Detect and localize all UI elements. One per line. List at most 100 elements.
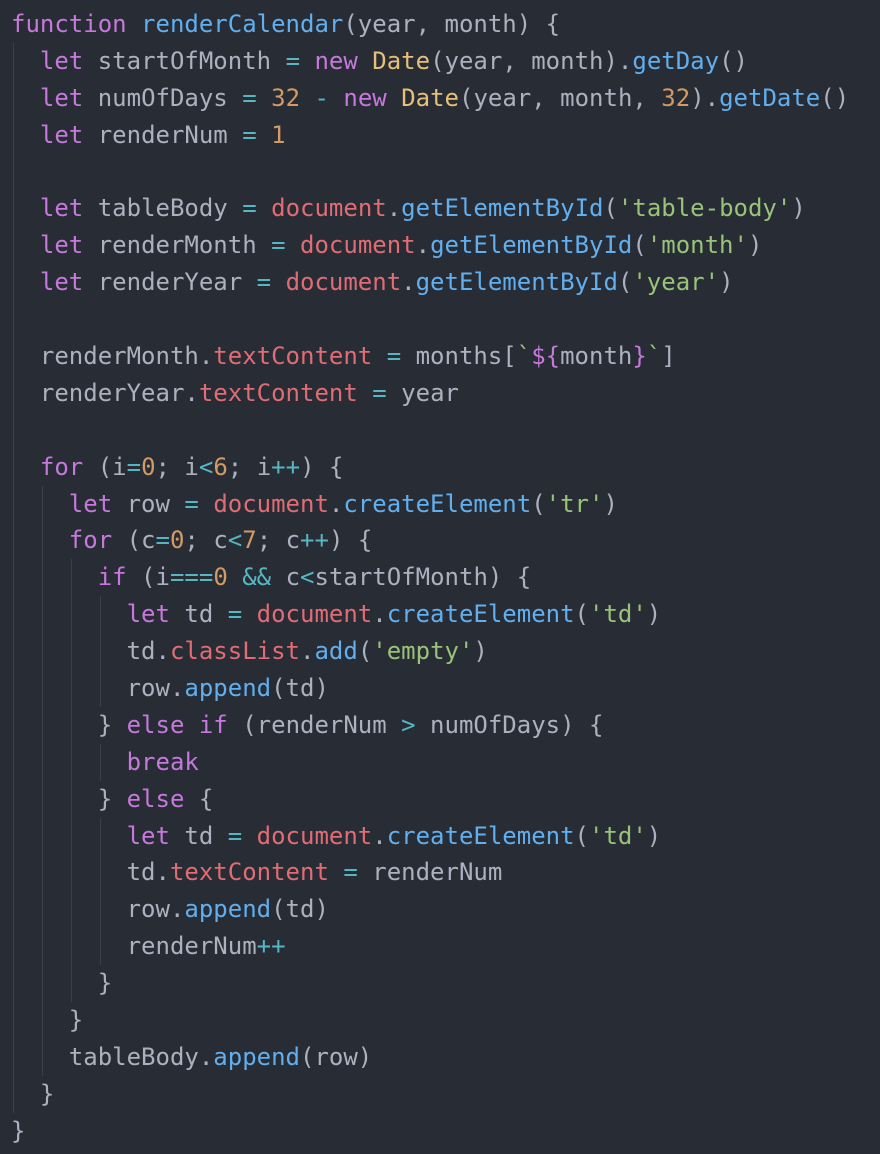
code-token: renderNum [357, 858, 503, 887]
code-token: () [820, 83, 850, 112]
code-token: if [97, 563, 127, 592]
code-token: (td) [271, 895, 329, 924]
code-line[interactable]: let row = document.createElement('tr') [11, 485, 880, 523]
code-token: renderNum [83, 120, 243, 149]
indent-guide [70, 780, 72, 818]
code-line[interactable]: function renderCalendar(year, month) { [11, 6, 880, 43]
code-token: 0 [169, 526, 185, 555]
code-line[interactable]: td.textContent = renderNum [11, 854, 880, 892]
indent-guide [70, 965, 72, 1003]
indent-guide [41, 633, 43, 671]
code-token: ( [617, 268, 633, 297]
code-line[interactable]: let startOfMonth = new Date(year, month)… [11, 42, 880, 80]
code-line[interactable]: row.append(td) [11, 891, 880, 929]
code-token: row. [126, 674, 185, 703]
code-line[interactable]: } [11, 1002, 880, 1039]
code-token: document [256, 821, 373, 850]
code-line[interactable] [11, 301, 880, 339]
code-line[interactable]: tableBody.append(row) [11, 1038, 880, 1076]
code-line[interactable]: let renderMonth = document.getElementByI… [11, 227, 880, 265]
code-line[interactable]: renderNum++ [11, 928, 880, 966]
indent-guide [13, 411, 14, 449]
code-line[interactable] [11, 411, 880, 449]
code-line[interactable]: let td = document.createElement('td') [11, 596, 880, 634]
code-line[interactable]: renderYear.textContent = year [11, 374, 880, 412]
code-token: (year, month, [459, 83, 662, 112]
code-token: let [39, 120, 84, 149]
code-token: for [39, 452, 84, 481]
code-token: ${ [531, 342, 561, 371]
code-line[interactable]: } [11, 1113, 880, 1150]
indent-guide [41, 1038, 43, 1076]
code-token: = [285, 46, 301, 75]
code-token: c [271, 563, 301, 592]
code-token: td [169, 600, 228, 629]
code-line[interactable]: } [11, 1075, 880, 1113]
code-token: = [242, 83, 257, 112]
code-line[interactable]: if (i===0 && c<startOfMonth) { [11, 559, 880, 597]
code-line[interactable]: for (i=0; i<6; i++) { [11, 448, 880, 486]
code-token: append [184, 674, 272, 703]
code-line[interactable]: let numOfDays = 32 - new Date(year, mont… [11, 79, 880, 117]
indent-guide [70, 817, 72, 855]
code-token: = [386, 342, 402, 371]
code-token: ) [646, 821, 662, 850]
code-line[interactable]: break [11, 743, 880, 781]
code-line[interactable]: renderMonth.textContent = months[`${mont… [11, 338, 880, 375]
code-token: else [126, 710, 185, 739]
code-token: for [68, 526, 113, 555]
indent-guide [99, 670, 101, 707]
indent-guide [13, 965, 14, 1003]
code-token: document [271, 194, 387, 223]
code-token: ` [516, 342, 532, 371]
code-token: 'tr' [545, 489, 604, 518]
code-line[interactable]: } else { [11, 780, 880, 818]
code-token: let [39, 46, 84, 75]
code-token: else [126, 784, 185, 813]
code-token: 'td' [589, 821, 647, 850]
code-line[interactable] [11, 153, 880, 191]
indent-guide [13, 854, 14, 892]
code-token: } [97, 784, 127, 813]
code-token: } [39, 1079, 55, 1108]
code-token: 6 [213, 452, 228, 481]
code-line[interactable]: } [11, 965, 880, 1003]
code-token: = [126, 452, 142, 481]
indent-guide [70, 706, 72, 744]
indent-guide [41, 485, 43, 523]
indent-guide [70, 670, 72, 707]
code-area[interactable]: function renderCalendar(year, month) { l… [11, 6, 880, 1150]
code-line[interactable]: let renderNum = 1 [11, 116, 880, 154]
code-token: - [314, 83, 329, 112]
indent-guide [99, 743, 101, 781]
indent-guide [41, 780, 43, 818]
code-line[interactable]: let tableBody = document.getElementById(… [11, 190, 880, 228]
code-line[interactable]: } else if (renderNum > numOfDays) { [11, 706, 880, 744]
code-token: (i [83, 452, 127, 481]
code-token: ( [574, 821, 589, 850]
code-token: createElement [343, 489, 532, 518]
code-token: ( [632, 231, 647, 260]
code-token: ; i [227, 452, 272, 481]
code-token: ++ [271, 452, 301, 481]
code-editor[interactable]: function renderCalendar(year, month) { l… [0, 0, 880, 1154]
code-token: createElement [386, 600, 575, 629]
code-token: let [126, 821, 170, 850]
indent-guide [41, 559, 43, 597]
code-line[interactable]: let td = document.createElement('td') [11, 817, 880, 855]
code-line[interactable]: for (c=0; c<7; c++) { [11, 522, 880, 560]
code-token: let [39, 194, 84, 223]
code-token: td. [126, 858, 170, 887]
code-line[interactable]: td.classList.add('empty') [11, 633, 880, 671]
code-line[interactable]: row.append(td) [11, 670, 880, 707]
code-token: ; c [256, 526, 301, 555]
code-line[interactable]: let renderYear = document.getElementById… [11, 264, 880, 302]
